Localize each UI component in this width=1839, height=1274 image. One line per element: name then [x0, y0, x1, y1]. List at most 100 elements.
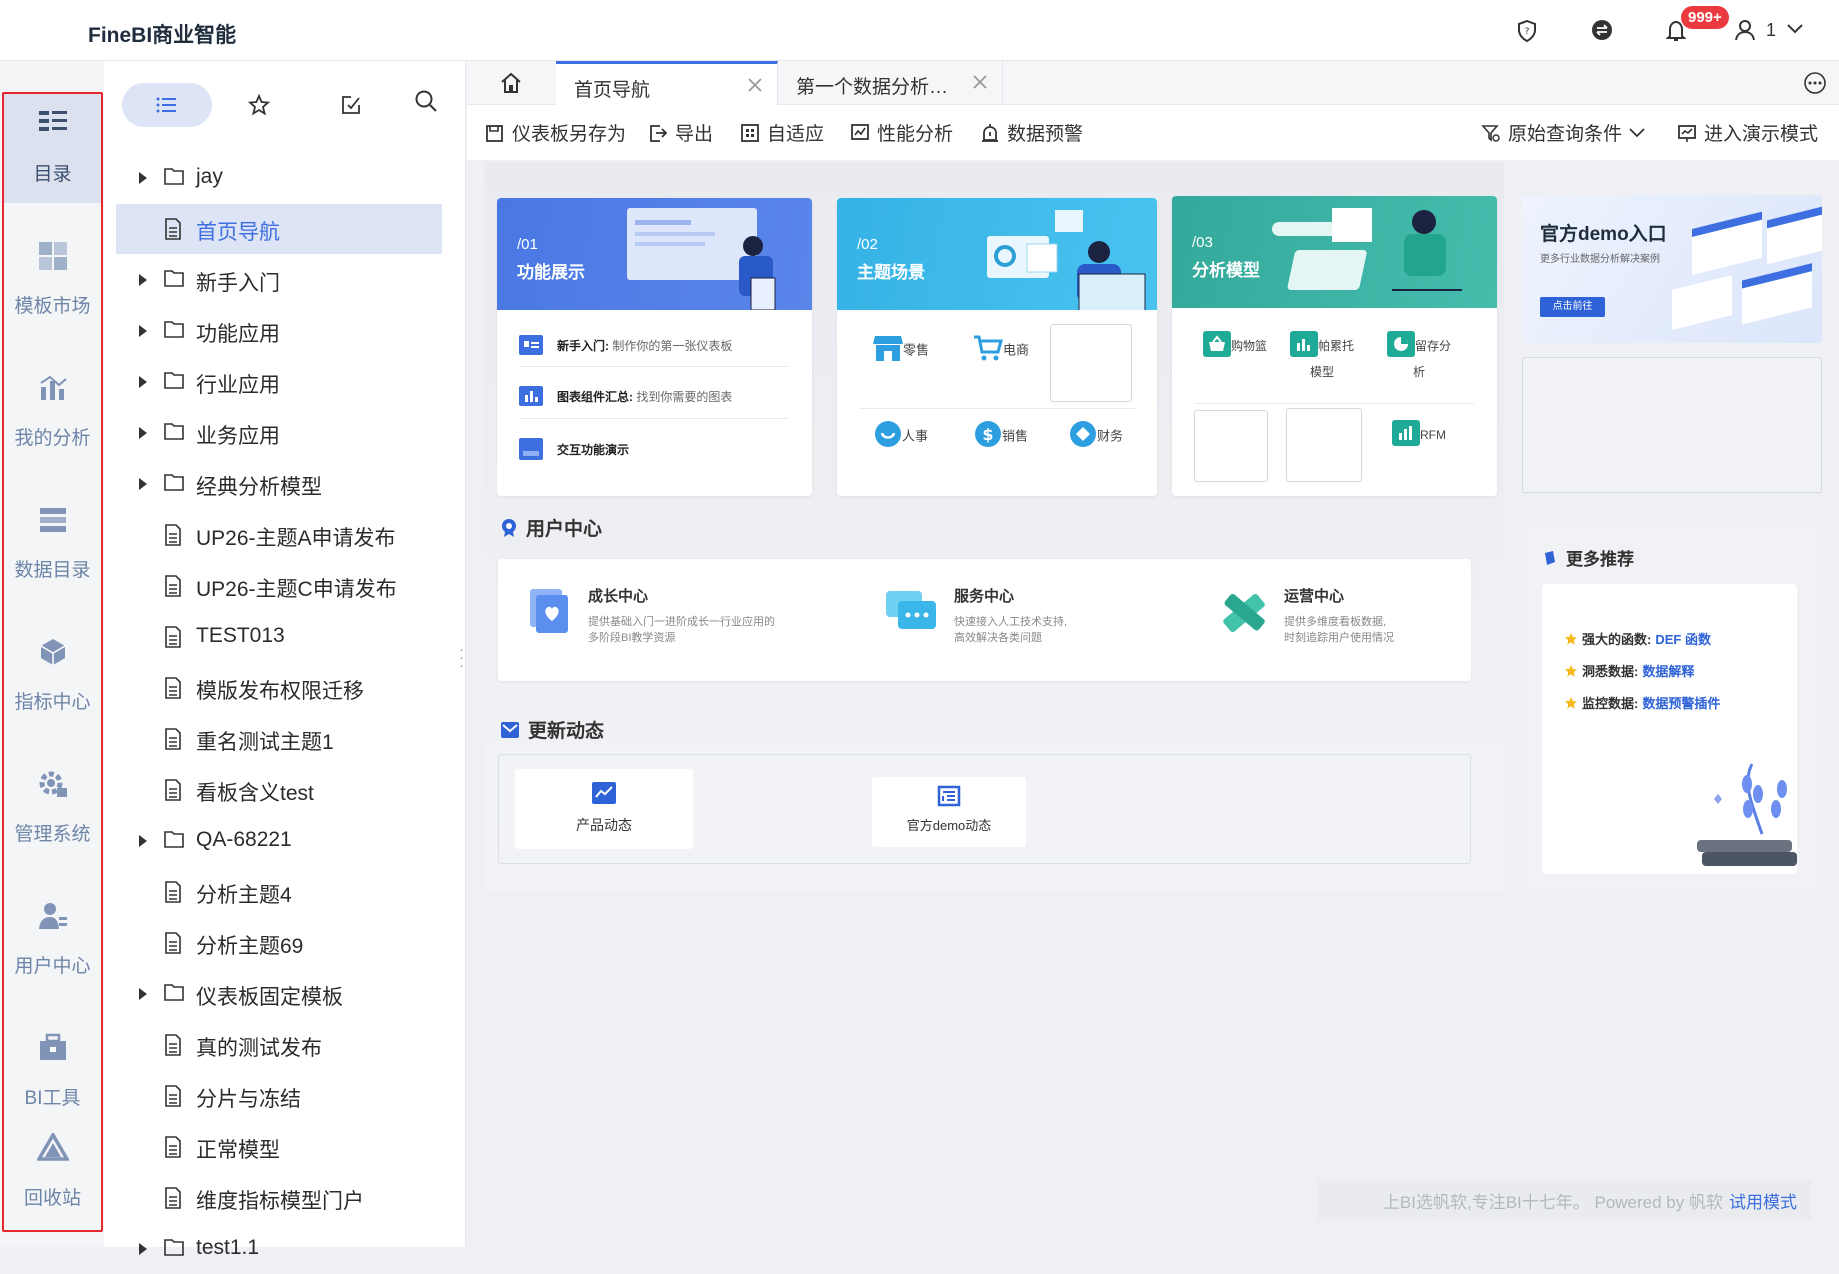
shield-icon[interactable]: ? — [1516, 19, 1538, 43]
uc-title: 运营中心 — [1284, 588, 1345, 605]
switch-icon[interactable] — [1591, 19, 1613, 41]
operation-center-link[interactable]: 运营中心 提供多维度看板数据, 时刻追踪用户使用情况 — [1214, 585, 1394, 646]
tree-item-label: 行业应用 — [196, 374, 280, 397]
tree-folder[interactable]: 经典分析模型 — [116, 459, 442, 509]
cart-icon — [973, 334, 1003, 362]
recommend-item[interactable]: 强大的函数: DEF 函数 — [1564, 629, 1711, 648]
close-icon[interactable] — [747, 77, 763, 93]
scenario-sales[interactable]: $ 销售 — [966, 420, 1036, 454]
recommend-item[interactable]: 洞悉数据: 数据解释 — [1564, 661, 1694, 680]
tree-folder[interactable]: 行业应用 — [116, 357, 442, 407]
tree-item-label: 业务应用 — [196, 425, 280, 448]
tree-item-label: 正常模型 — [196, 1139, 280, 1162]
growth-center-link[interactable]: 成长中心 提供基础入门一进阶成长一行业应用的 多阶段BI教学资源 — [524, 585, 775, 646]
scenario-hr[interactable]: 人事 — [866, 420, 936, 454]
home-tab[interactable] — [467, 61, 555, 105]
tree-folder[interactable]: QA-68221 — [116, 816, 442, 866]
tree-folder[interactable]: 业务应用 — [116, 408, 442, 458]
trial-mode-link[interactable]: 试用模式 — [1729, 1188, 1797, 1213]
tree-document[interactable]: 维度指标模型门户 — [116, 1173, 442, 1223]
feature-row[interactable]: 图表组件汇总: 找到你需要的图表 — [519, 386, 732, 406]
query-filter-label: 原始查询条件 — [1508, 124, 1623, 145]
adaptive-button[interactable]: 自适应 — [740, 119, 824, 146]
tab-authorized[interactable] — [306, 83, 396, 127]
caret-right-icon[interactable] — [138, 172, 148, 184]
user-name[interactable]: 1 — [1766, 20, 1776, 41]
theme-scenario-card[interactable]: /02 主题场景 零售 电商 人事 $ 销售 财务 — [837, 198, 1157, 496]
presentation-mode-button[interactable]: 进入演示模式 — [1677, 119, 1818, 146]
tree-folder[interactable]: test1.1 — [116, 1224, 442, 1274]
tab-favorites[interactable] — [214, 83, 304, 127]
demo-updates-card[interactable]: 官方demo动态 — [872, 777, 1026, 847]
tree-document[interactable]: 分片与冻结 — [116, 1071, 442, 1121]
caret-right-icon[interactable] — [138, 988, 148, 1000]
feature-row[interactable]: 交互功能演示 — [519, 438, 629, 460]
caret-right-icon[interactable] — [138, 1243, 148, 1255]
scenario-retail[interactable]: 零售 — [866, 334, 936, 368]
tree-document[interactable]: 分析主题4 — [116, 867, 442, 917]
scenario-finance[interactable]: 财务 — [1061, 420, 1131, 454]
tree-document[interactable]: 重名测试主题1 — [116, 714, 442, 764]
tree-document[interactable]: 首页导航 — [116, 204, 442, 254]
user-center-panel: 成长中心 提供基础入门一进阶成长一行业应用的 多阶段BI教学资源 服务中心 快速接入人… — [498, 559, 1471, 681]
tree-document[interactable]: 看板含义test — [116, 765, 442, 815]
tree-folder[interactable]: 功能应用 — [116, 306, 442, 356]
save-as-button[interactable]: 仪表板另存为 — [485, 119, 626, 146]
demo-go-button[interactable]: 点击前往 — [1540, 297, 1605, 317]
recommend-item[interactable]: 监控数据: 数据预警插件 — [1564, 693, 1720, 712]
model-rfm[interactable]: RFM — [1384, 420, 1454, 452]
recommend-link[interactable]: 数据解释 — [1642, 661, 1694, 680]
model-pareto[interactable]: 帕累托模型 — [1287, 331, 1357, 380]
export-button[interactable]: 导出 — [648, 119, 713, 146]
pareto-icon — [1289, 331, 1318, 357]
demo-title: 官方demo入口 — [1540, 224, 1667, 245]
caret-right-icon[interactable] — [138, 325, 148, 337]
feature-showcase-card[interactable]: /01 功能展示 新手入门: 制作你的第一张仪表板 图表组件汇总: 找到你需要的… — [497, 198, 812, 496]
user-icon[interactable] — [1734, 19, 1756, 41]
service-center-link[interactable]: 服务中心 快速接入人工技术支持, 高效解决各类问题 — [884, 585, 1067, 646]
feature-row[interactable]: 新手入门: 制作你的第一张仪表板 — [519, 335, 732, 355]
tree-folder[interactable]: jay — [116, 153, 442, 203]
search-icon[interactable] — [414, 89, 438, 113]
feature-key: 图表组件汇总: — [557, 389, 633, 404]
tree-document[interactable]: UP26-主题A申请发布 — [116, 510, 442, 560]
document-icon — [164, 524, 182, 546]
caret-right-icon[interactable] — [138, 376, 148, 388]
caret-right-icon[interactable] — [138, 478, 148, 490]
model-retention[interactable]: 留存分析 — [1384, 331, 1454, 380]
recommend-link[interactable]: 数据预警插件 — [1642, 693, 1720, 712]
caret-right-icon[interactable] — [138, 835, 148, 847]
tree-folder[interactable]: 仪表板固定模板 — [116, 969, 442, 1019]
app-title: FineBI商业智能 — [88, 24, 237, 47]
performance-button[interactable]: 性能分析 — [850, 119, 953, 146]
interaction-icon — [519, 438, 543, 460]
tree-document[interactable]: 正常模型 — [116, 1122, 442, 1172]
chevron-down-icon[interactable] — [1786, 23, 1804, 35]
tree-document[interactable]: 分析主题69 — [116, 918, 442, 968]
query-filter-dropdown[interactable]: 原始查询条件 — [1481, 119, 1645, 146]
more-options-icon[interactable] — [1803, 71, 1827, 95]
tree-folder[interactable]: 新手入门 — [116, 255, 442, 305]
tree-document[interactable]: TEST013 — [116, 612, 442, 662]
resize-handle[interactable]: · · · — [459, 642, 464, 673]
model-basket[interactable]: 购物篮 — [1200, 331, 1270, 363]
model-banner: /03 分析模型 — [1172, 196, 1497, 308]
tree-item-label: 首页导航 — [196, 221, 280, 244]
tree-document[interactable]: UP26-主题C申请发布 — [116, 561, 442, 611]
scenario-ecommerce[interactable]: 电商 — [966, 334, 1036, 368]
official-demo-card[interactable]: 官方demo入口 更多行业数据分析解决案例 点击前往 — [1522, 195, 1822, 343]
data-alert-button[interactable]: 数据预警 — [980, 119, 1083, 146]
recommend-link[interactable]: DEF 函数 — [1655, 629, 1711, 648]
tree-document[interactable]: 真的测试发布 — [116, 1020, 442, 1070]
tab-list-view[interactable] — [122, 83, 212, 127]
tab-first-analysis[interactable]: 第一个数据分析… — [778, 61, 1003, 105]
close-icon[interactable] — [972, 74, 988, 90]
tree-item-label: 模版发布权限迁移 — [196, 680, 364, 703]
tree-document[interactable]: 模版发布权限迁移 — [116, 663, 442, 713]
tab-home-nav[interactable]: 首页导航 — [556, 61, 778, 105]
caret-right-icon[interactable] — [138, 427, 148, 439]
analysis-model-card[interactable]: /03 分析模型 购物篮 帕累托模型 留存分析 RFM — [1172, 196, 1497, 496]
chevron-down-icon — [1629, 127, 1645, 138]
product-updates-card[interactable]: 产品动态 — [515, 769, 693, 849]
caret-right-icon[interactable] — [138, 274, 148, 286]
